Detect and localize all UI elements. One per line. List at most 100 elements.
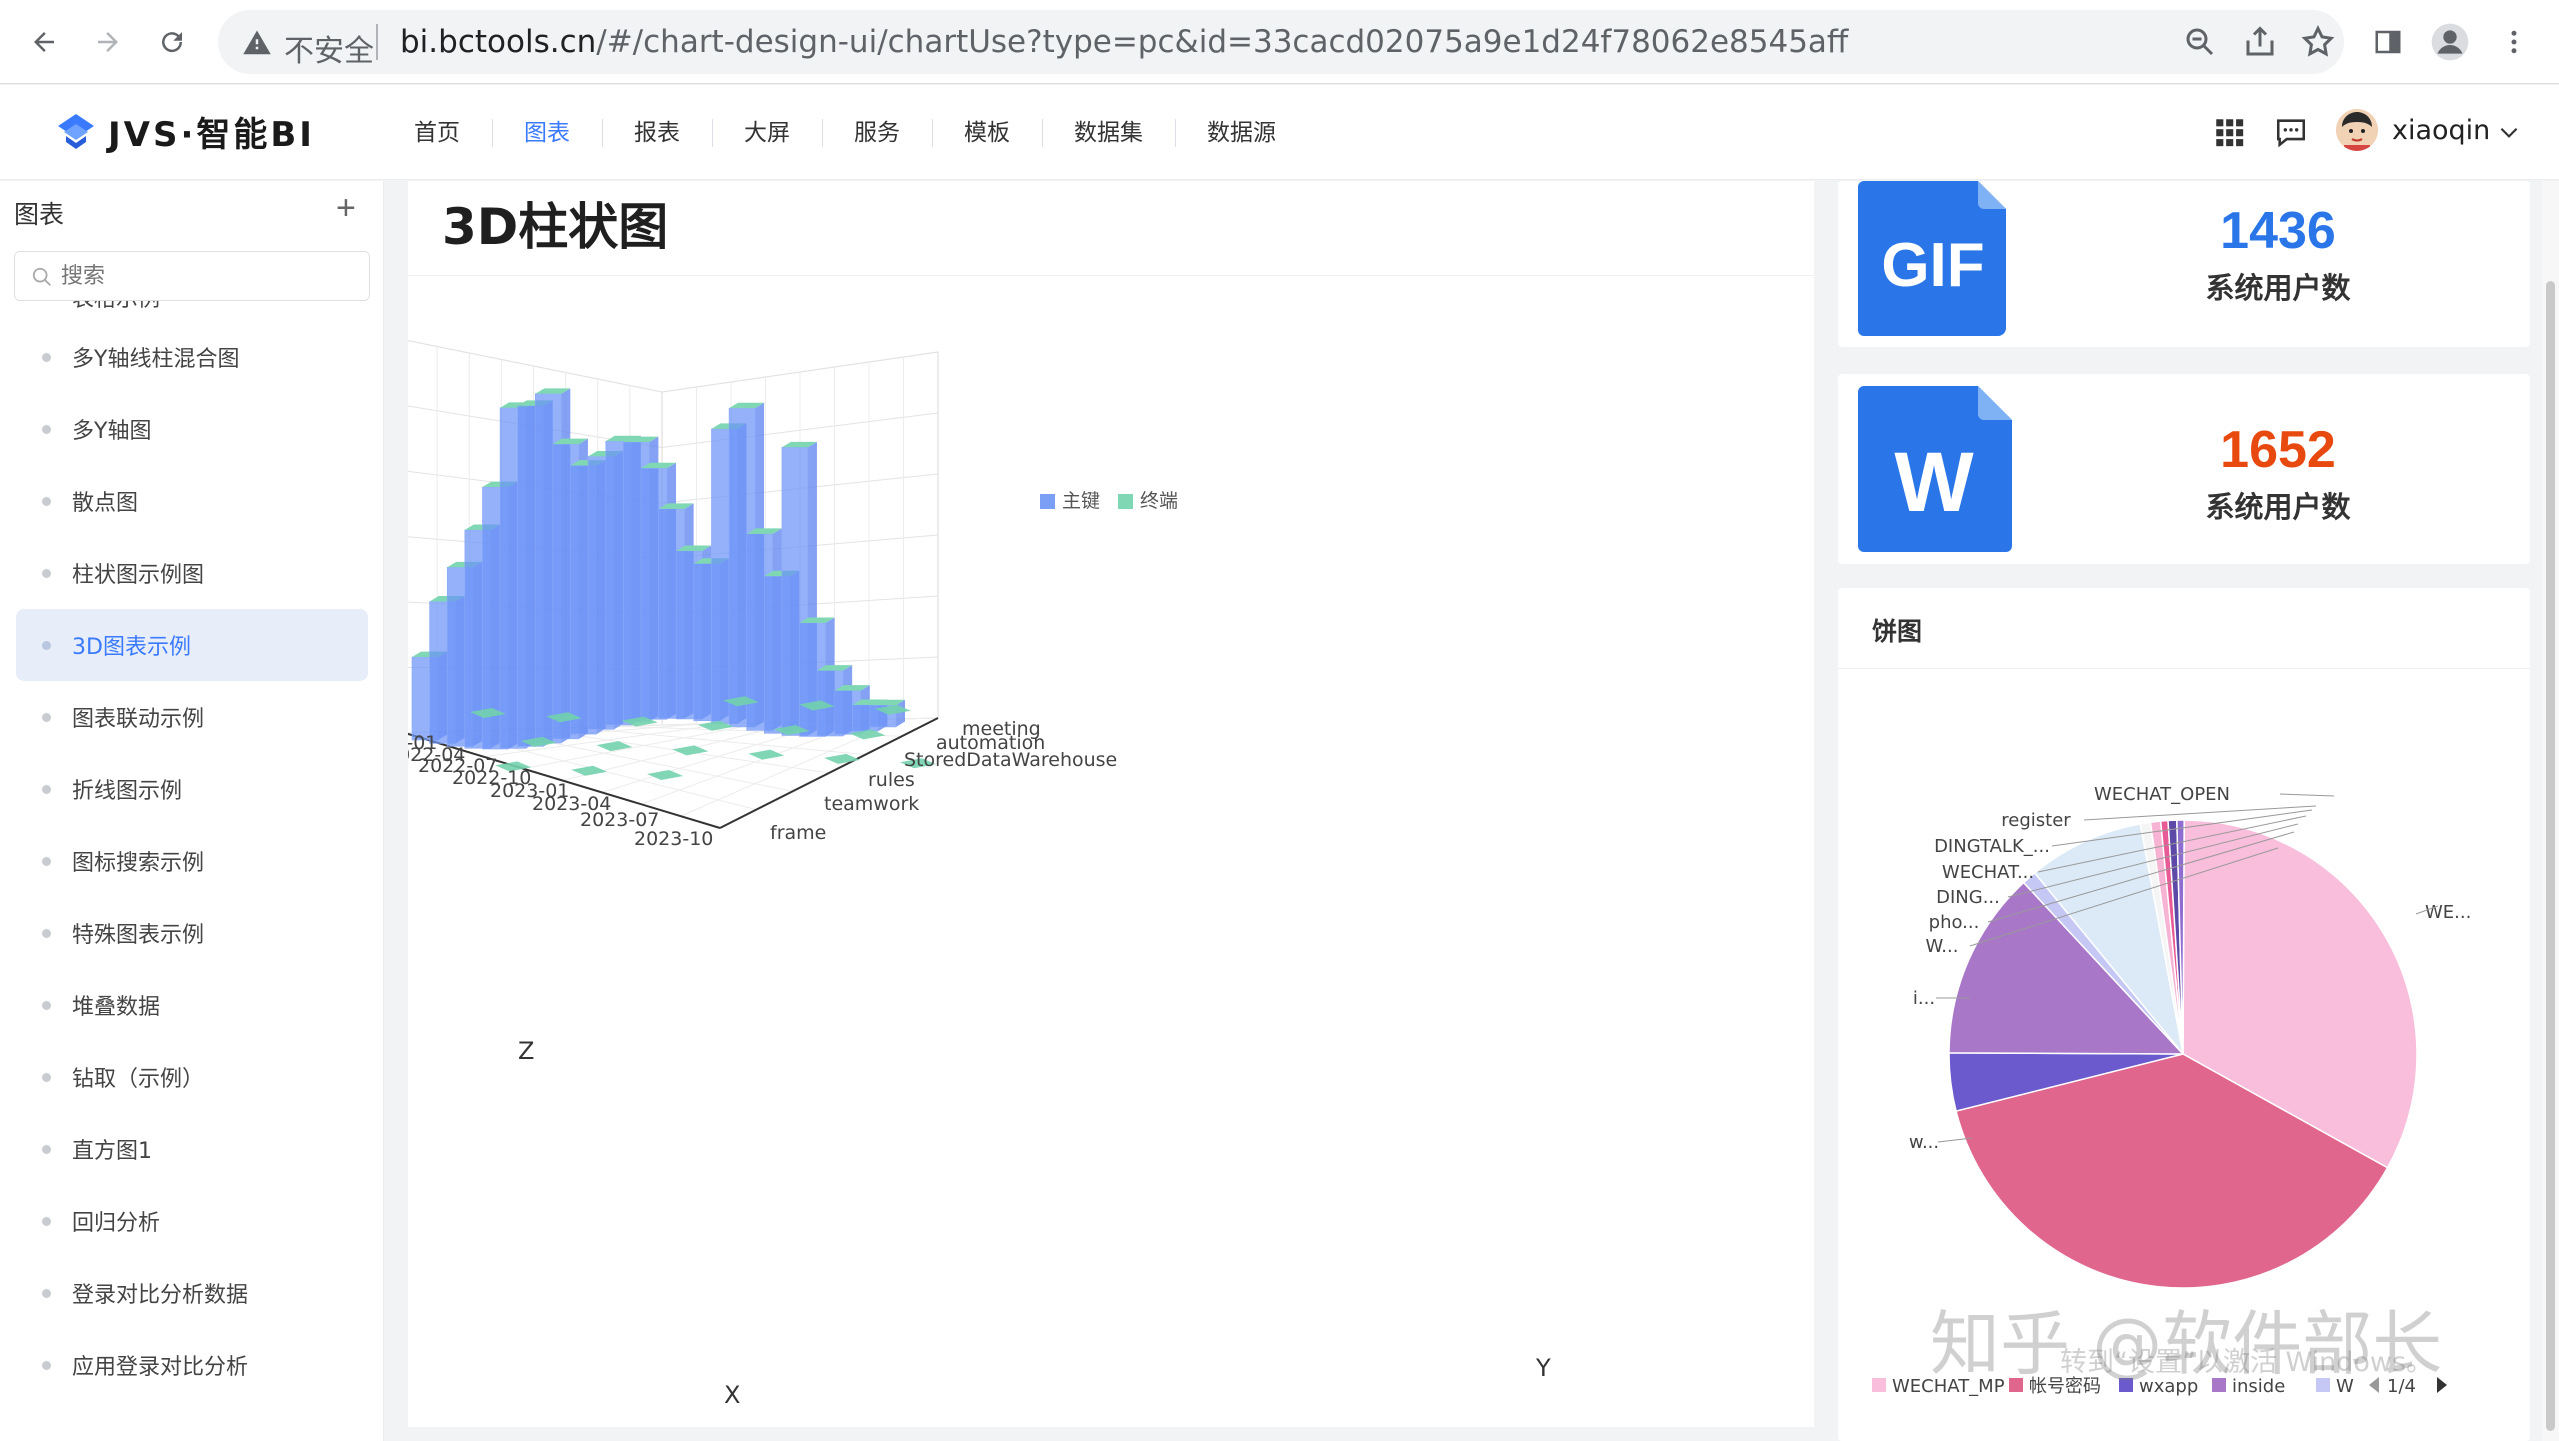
chart-bars [411,388,936,780]
bullet-icon [42,425,51,434]
scrollbar[interactable] [2542,181,2559,1441]
sidebar-item-label: 特殊图表示例 [72,923,205,948]
bullet-icon [42,1289,51,1298]
nav-templates[interactable]: 模板 [932,113,1042,153]
sidebar-item-active[interactable]: 3D图表示例 [16,609,368,681]
warning-icon [243,30,271,55]
y-tick-label: rules [868,769,915,791]
search-input[interactable] [61,260,351,292]
bullet-icon [42,857,51,866]
nav-bigscreen[interactable]: 大屏 [712,113,822,153]
sidebar-item[interactable]: 散点图 [0,465,383,537]
grid-line [408,340,939,393]
pie-slice-label: pho... [1929,912,1980,933]
stat-number: 1652 [2220,421,2336,479]
sidebar-item-label: 直方图1 [72,1139,152,1164]
page-title: 3D柱状图 [442,198,669,256]
bullet-icon [42,929,51,938]
bar3d-chart[interactable]: 主键 终端 Z X Y 03006009001,2001,5001,800202… [408,276,1814,1427]
logo[interactable]: JVS·智能BI [54,107,315,156]
pie-leader-line [2279,793,2335,797]
pie-slice-label: DINGTALK_... [1934,836,2050,857]
z-axis-label: Z [518,1037,534,1065]
sidebar-item-label: 折线图示例 [72,779,183,804]
x-tick-label: 2023-10 [634,828,713,850]
pie-slice-label: register [2001,810,2071,831]
sidebar-item-label: 多Y轴图 [72,419,152,444]
address-bar[interactable]: 不安全 bi.bctools.cn/#/chart-design-ui/char… [218,10,2344,74]
sidebar-item[interactable]: 钻取（示例） [0,1041,383,1113]
bullet-icon [42,713,51,722]
bullet-icon [42,1361,51,1370]
sidebar-item-label: 回归分析 [72,1211,161,1236]
nav-reports[interactable]: 报表 [602,113,712,153]
star-icon[interactable] [2300,24,2336,60]
sidebar-item[interactable]: 图表联动示例 [0,681,383,753]
sidebar-item-label: 登录对比分析数据 [72,1283,249,1308]
x-axis-label: X [724,1381,740,1409]
chevron-down-icon[interactable] [2496,119,2522,145]
pie-slice-label: w... [1909,1132,1939,1153]
scroll-thumb[interactable] [2546,281,2555,1431]
search-field[interactable] [14,251,370,301]
sidebar-list: 表格示例 多Y轴线柱混合图 多Y轴图 散点图 柱状图示例图 3D图表示例 图表联… [0,281,383,1401]
gif-file-icon: GIF [1858,181,2006,336]
logo-text: JVS·智能BI [108,115,315,155]
profile-icon[interactable] [2428,20,2472,64]
activation-watermark: 转到“设置”以激活 Windows。 [2060,1347,2434,1378]
y-tick-label: teamwork [824,793,919,815]
sidebar-item[interactable]: 直方图1 [0,1113,383,1185]
sidebar-item[interactable]: 登录对比分析数据 [0,1257,383,1329]
sidebar-item-label: 多Y轴线柱混合图 [72,347,240,372]
stat-label: 系统用户数 [2205,490,2351,524]
bullet-icon [42,1217,51,1226]
nav-charts[interactable]: 图表 [492,113,602,153]
avatar[interactable] [2336,109,2378,151]
pie-slices [1948,819,2418,1289]
file-icon-text: GIF [1881,231,1984,300]
apps-grid-icon[interactable] [2212,115,2246,149]
stat-number: 1436 [2220,202,2336,260]
nav-services[interactable]: 服务 [822,113,932,153]
username[interactable]: xiaoqin [2392,115,2490,146]
y-tick-label: frame [770,822,826,844]
message-icon[interactable] [2274,115,2308,149]
sidebar-item-label: 应用登录对比分析 [72,1355,249,1380]
sidebar-item[interactable]: 回归分析 [0,1185,383,1257]
sidebar-item[interactable]: 图标搜索示例 [0,825,383,897]
sidebar-item[interactable]: 应用登录对比分析 [0,1329,383,1401]
sidebar-item[interactable]: 特殊图表示例 [0,897,383,969]
reload-icon[interactable] [150,20,194,64]
app-header: JVS·智能BI 首页 图表 报表 大屏 服务 模板 数据集 数据源 xiaoq… [0,85,2559,180]
legend-swatch-terminal [1118,494,1133,509]
zoom-icon[interactable] [2182,24,2218,60]
sidebar-item[interactable]: 多Y轴图 [0,393,383,465]
pie-slice-label: WECHAT_OPEN [2094,784,2230,805]
sidebar-item[interactable]: 堆叠数据 [0,969,383,1041]
legend-label[interactable]: 终端 [1140,490,1178,512]
word-file-icon: W [1858,386,2012,552]
nav-datasources[interactable]: 数据源 [1175,113,1308,153]
add-icon[interactable]: + [336,191,356,225]
sidebar-item[interactable]: 柱状图示例图 [0,537,383,609]
sidebar-item-label: 堆叠数据 [72,995,161,1020]
stat-card-gif: GIF 1436 系统用户数 [1838,181,2530,347]
chart-card: 3D柱状图 主键 终端 Z X Y 03006009001,2001,5001,… [408,181,1814,1427]
legend-label[interactable]: 主键 [1062,490,1100,512]
bullet-icon [42,353,51,362]
terminal-tile [824,753,861,764]
sidebar-item[interactable]: 折线图示例 [0,753,383,825]
url-text[interactable]: bi.bctools.cn/#/chart-design-ui/chartUse… [400,24,1848,60]
bullet-icon [42,785,51,794]
sidebar-item[interactable]: 多Y轴线柱混合图 [0,321,383,393]
nav-home[interactable]: 首页 [382,113,492,153]
nav-datasets[interactable]: 数据集 [1042,113,1175,153]
side-panel-icon[interactable] [2366,20,2410,64]
menu-kebab-icon[interactable] [2492,20,2536,64]
forward-icon[interactable] [86,20,130,64]
share-icon[interactable] [2242,24,2278,60]
stat-card-word: W 1652 系统用户数 [1838,374,2530,564]
pie-slice-label: i... [1913,988,1935,1009]
back-icon[interactable] [22,20,66,64]
address-separator [376,24,378,60]
